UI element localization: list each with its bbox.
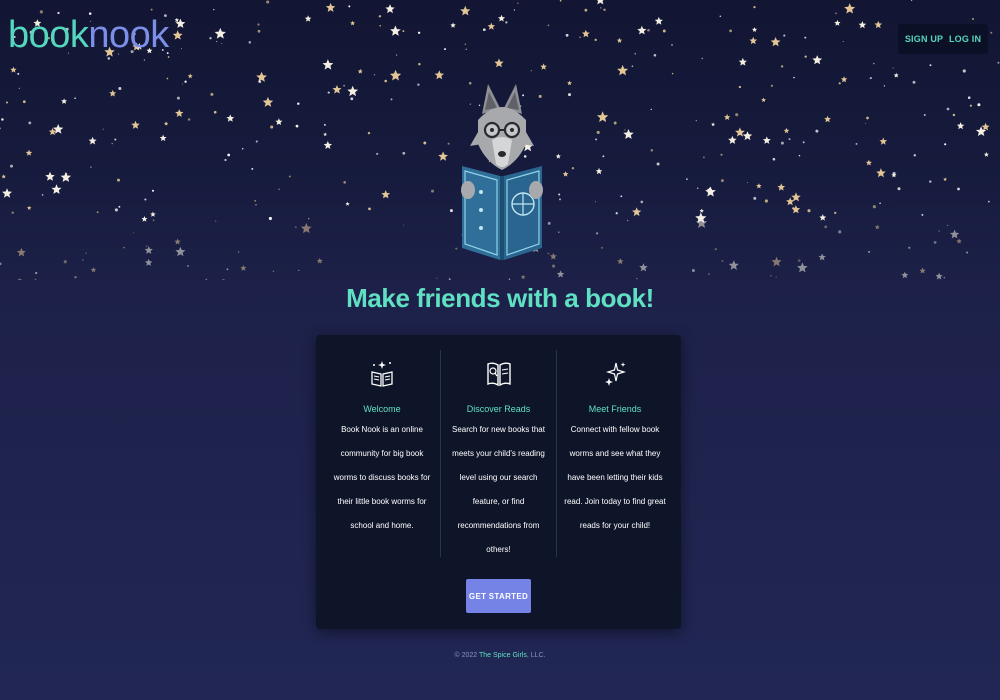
logo[interactable]: booknook: [8, 16, 169, 54]
footer: © 2022 The Spice Girls, LLC.: [0, 652, 1000, 659]
feature-text-discover-reads: Search for new books that meets your chi…: [452, 425, 545, 554]
logo-part-book: book: [8, 14, 89, 56]
page-title: Make friends with a book!: [346, 283, 654, 313]
open-book-sparkle-icon: [324, 350, 440, 394]
signup-link[interactable]: SIGN UP: [905, 34, 943, 44]
get-started-button[interactable]: GET STARTED: [466, 579, 531, 613]
sparkles-icon: [557, 350, 673, 394]
auth-nav: SIGN UP LOG IN: [898, 24, 988, 54]
footer-company-link[interactable]: The Spice Girls: [479, 652, 527, 659]
feature-meet-friends: Meet Friends Connect with fellow book wo…: [556, 350, 673, 557]
feature-welcome: Welcome Book Nook is an online community…: [324, 350, 440, 557]
footer-suffix: , LLC.: [526, 652, 546, 659]
feature-title-welcome: Welcome: [363, 404, 401, 414]
feature-text-welcome: Book Nook is an online community for big…: [333, 425, 431, 530]
book-search-icon: [441, 350, 556, 394]
wolf-reading-book-icon: [452, 80, 552, 266]
feature-title-discover-reads: Discover Reads: [466, 404, 531, 414]
footer-copyright: © 2022: [454, 652, 478, 659]
feature-discover-reads: Discover Reads Search for new books that…: [440, 350, 556, 557]
logo-part-nook: nook: [88, 14, 169, 56]
features-card: Welcome Book Nook is an online community…: [316, 335, 681, 629]
feature-title-meet-friends: Meet Friends: [588, 404, 642, 414]
login-link[interactable]: LOG IN: [949, 34, 981, 44]
feature-text-meet-friends: Connect with fellow book worms and see w…: [564, 425, 666, 530]
